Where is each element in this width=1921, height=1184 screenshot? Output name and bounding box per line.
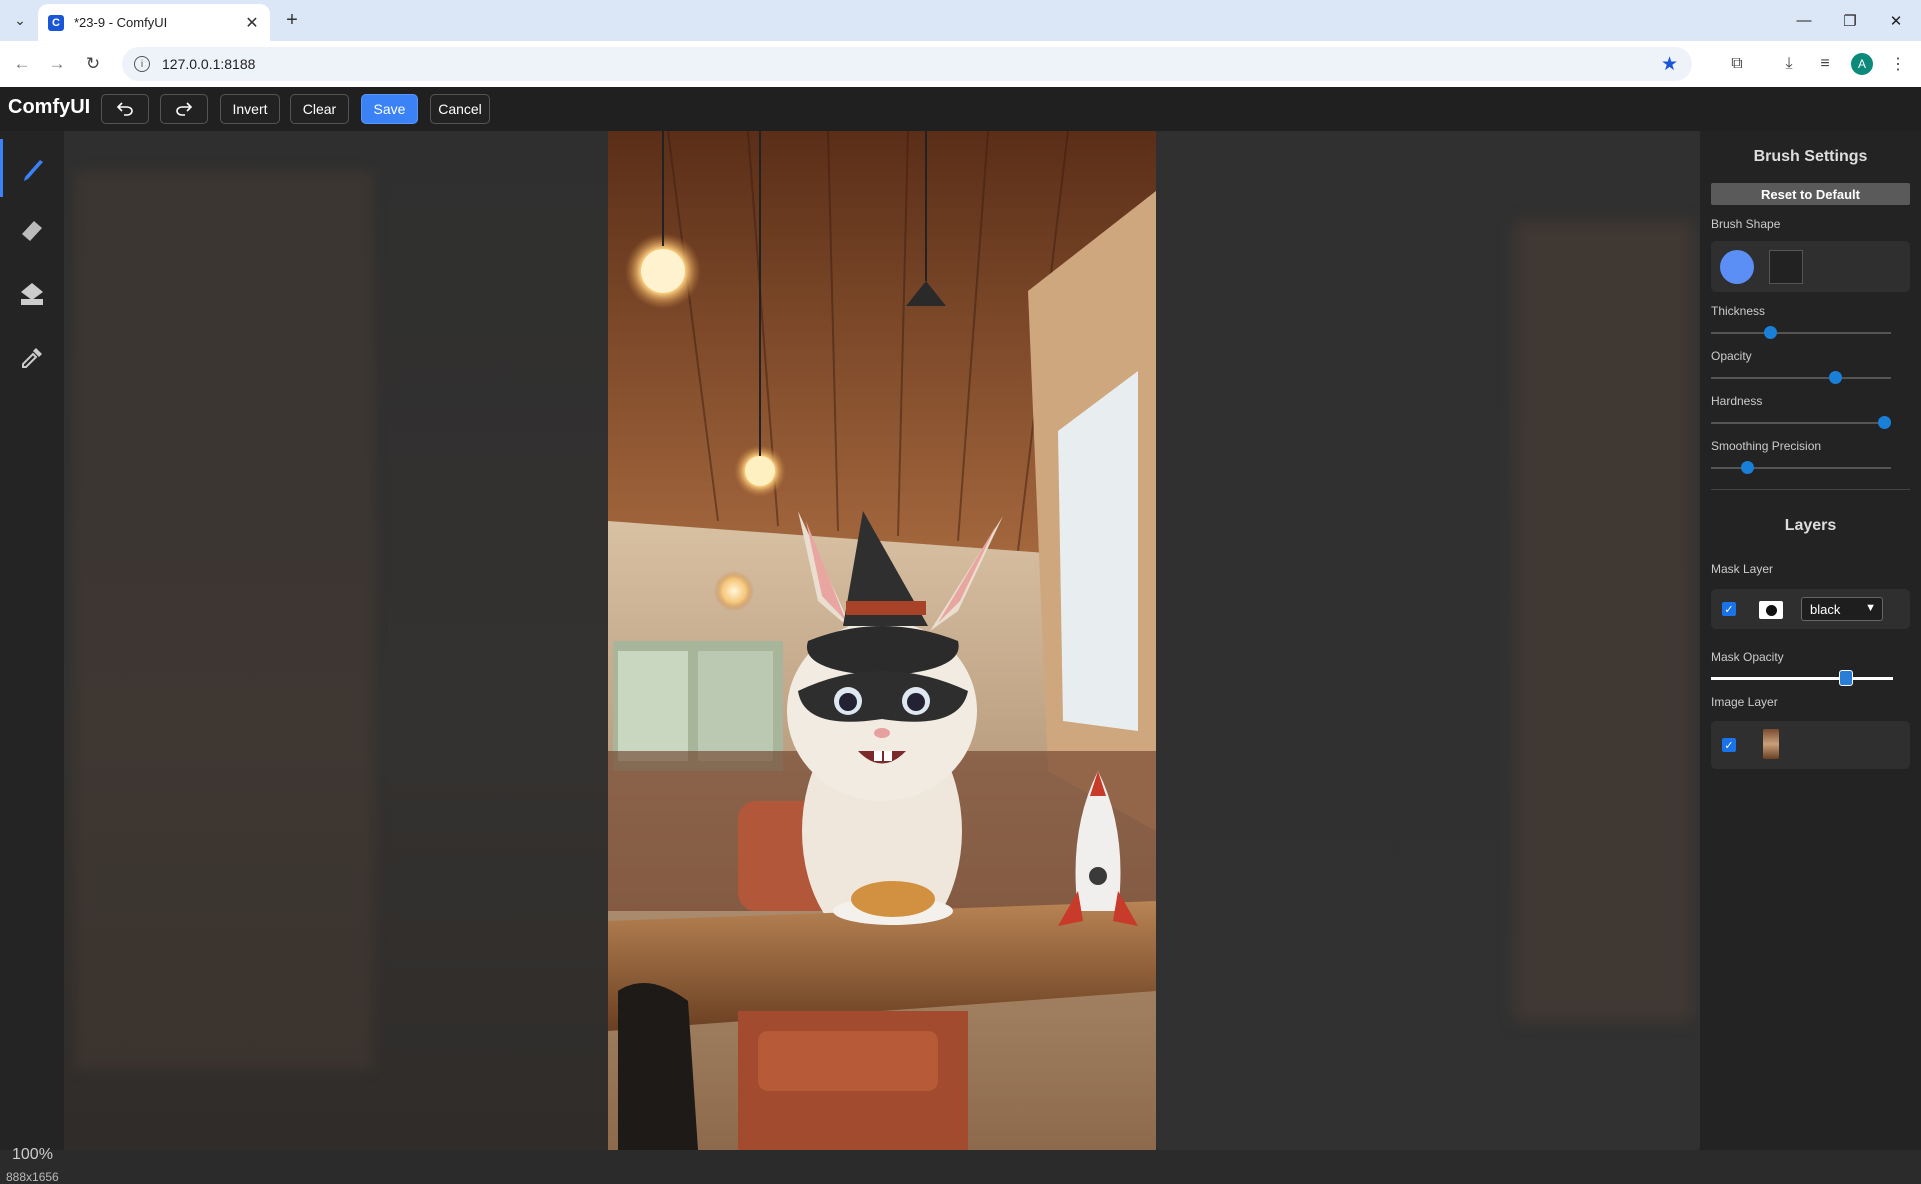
mask-color-value: black <box>1810 601 1841 617</box>
redo-icon <box>176 102 193 116</box>
image-layer-label: Image Layer <box>1711 695 1778 709</box>
browser-tab-bar: ⌄ C *23-9 - ComfyUI ✕ + — ❐ ✕ <box>0 0 1921 41</box>
opacity-slider-knob[interactable] <box>1829 371 1843 384</box>
download-icon[interactable]: ⤓ <box>1777 52 1801 76</box>
eyedropper-icon <box>22 348 42 368</box>
reset-to-default-button[interactable]: Reset to Default <box>1711 183 1910 205</box>
bunny-image-illustration <box>608 131 1156 1150</box>
mask-opacity-slider-knob[interactable] <box>1838 670 1853 686</box>
app-brand: ComfyUI <box>8 96 91 118</box>
undo-button[interactable] <box>101 94 149 124</box>
opacity-slider[interactable] <box>1711 371 1891 384</box>
chevron-down-icon: ▼ <box>1865 602 1876 614</box>
brush-settings-title: Brush Settings <box>1753 148 1868 165</box>
hardness-slider-knob[interactable] <box>1877 416 1891 429</box>
comfyui-favicon-icon: C <box>48 14 64 31</box>
image-dimensions: 888x1656 <box>6 1170 59 1184</box>
mask-opacity-slider[interactable] <box>1711 670 1893 686</box>
media-control-icon[interactable]: ≡ <box>1813 52 1837 76</box>
thickness-slider[interactable] <box>1711 326 1891 339</box>
tool-sidebar: 100% 888x1656 <box>0 131 64 1184</box>
brush-tool[interactable] <box>0 139 64 197</box>
smoothing-slider-knob[interactable] <box>1741 461 1754 474</box>
new-tab-icon[interactable]: + <box>280 8 304 32</box>
thickness-slider-knob[interactable] <box>1764 326 1778 339</box>
editor-toolbar: ComfyUI Invert Clear Save Cancel <box>0 87 1921 131</box>
blurred-node-left <box>74 171 374 1071</box>
image-layer-thumbnail <box>1763 729 1779 759</box>
mask-opacity-label: Mask Opacity <box>1711 650 1784 664</box>
url-field[interactable]: i 127.0.0.1:8188 ★ <box>122 47 1692 81</box>
redo-button[interactable] <box>160 94 208 124</box>
site-info-icon[interactable]: i <box>134 56 150 72</box>
image-visibility-checkbox[interactable]: ✓ <box>1722 738 1736 752</box>
square-shape-option[interactable] <box>1769 250 1803 284</box>
url-text: 127.0.0.1:8188 <box>162 56 256 72</box>
paint-bucket-icon <box>21 283 43 305</box>
mask-layer-icon <box>1759 601 1783 619</box>
undo-icon <box>116 102 133 116</box>
image-layer-row: ✓ <box>1711 721 1910 769</box>
restore-icon[interactable]: ❐ <box>1827 0 1873 41</box>
blurred-node-right <box>1514 221 1694 1021</box>
tab-title: *23-9 - ComfyUI <box>74 15 168 30</box>
browser-menu-icon[interactable]: ⋮ <box>1886 52 1910 76</box>
smoothing-label: Smoothing Precision <box>1711 439 1822 453</box>
profile-avatar[interactable]: A <box>1851 53 1873 75</box>
mask-layer-label: Mask Layer <box>1711 562 1774 576</box>
eraser-icon <box>22 221 42 241</box>
address-bar: ← → ↻ i 127.0.0.1:8188 ★ ⧉ ⤓ ≡ A ⋮ <box>0 41 1921 88</box>
cancel-button[interactable]: Cancel <box>430 94 490 124</box>
forward-icon[interactable]: → <box>45 52 69 76</box>
thickness-label: Thickness <box>1711 304 1766 318</box>
tab-list-icon[interactable]: ⌄ <box>8 8 32 32</box>
canvas-area[interactable] <box>64 131 1700 1150</box>
panel-divider <box>1711 489 1910 490</box>
eraser-tool[interactable] <box>0 201 64 259</box>
smoothing-slider[interactable] <box>1711 461 1891 474</box>
tab-close-icon[interactable]: ✕ <box>242 13 262 33</box>
close-window-icon[interactable]: ✕ <box>1873 0 1919 41</box>
opacity-label: Opacity <box>1711 349 1752 363</box>
browser-tab[interactable]: C *23-9 - ComfyUI ✕ <box>38 4 270 41</box>
back-icon[interactable]: ← <box>10 52 34 76</box>
invert-button[interactable]: Invert <box>220 94 280 124</box>
hardness-label: Hardness <box>1711 394 1763 408</box>
reload-icon[interactable]: ↻ <box>81 52 105 76</box>
brush-settings-panel: Brush Settings Reset to Default Brush Sh… <box>1700 131 1921 1150</box>
clear-button[interactable]: Clear <box>290 94 349 124</box>
brush-shape-picker <box>1711 241 1910 292</box>
brush-shape-label: Brush Shape <box>1711 217 1781 231</box>
extensions-icon[interactable]: ⧉ <box>1725 52 1749 76</box>
mask-color-select[interactable]: black ▼ <box>1801 597 1883 621</box>
zoom-level: 100% <box>12 1146 53 1163</box>
mask-visibility-checkbox[interactable]: ✓ <box>1722 602 1736 616</box>
minimize-icon[interactable]: — <box>1781 0 1827 41</box>
mask-editor: ComfyUI Invert Clear Save Cancel 100% 88… <box>0 87 1921 1184</box>
mask-layer-row: ✓ black ▼ <box>1711 589 1910 629</box>
bookmark-star-icon[interactable]: ★ <box>1661 53 1678 76</box>
edited-image[interactable] <box>608 131 1156 1150</box>
paint-bucket-tool[interactable] <box>0 265 64 323</box>
save-button[interactable]: Save <box>361 94 418 124</box>
brush-icon <box>23 160 43 181</box>
hardness-slider[interactable] <box>1711 416 1891 429</box>
layers-title: Layers <box>1784 517 1837 534</box>
color-picker-tool[interactable] <box>0 329 64 387</box>
circle-shape-option[interactable] <box>1720 250 1754 284</box>
